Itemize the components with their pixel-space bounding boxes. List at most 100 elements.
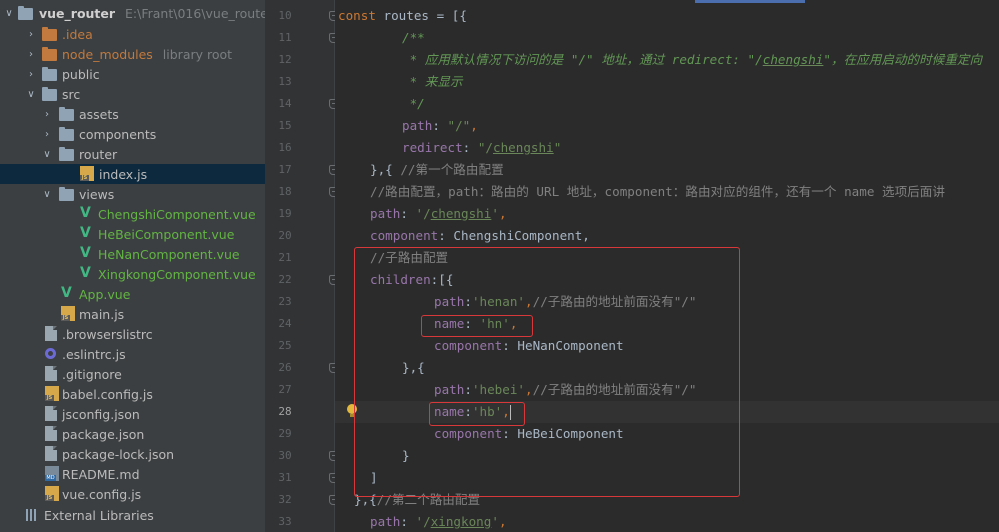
- tree-item-label: package-lock.json: [62, 446, 175, 462]
- tree-item-label: package.json: [62, 426, 145, 442]
- folder-icon: [18, 6, 33, 20]
- tree-item-label: External Libraries: [44, 507, 154, 523]
- tree-item-hebei-component[interactable]: V HeBeiComponent.vue: [0, 224, 265, 244]
- folder-icon: [59, 107, 74, 121]
- text-caret: [509, 405, 511, 420]
- tree-item-gitignore[interactable]: .gitignore: [0, 364, 265, 384]
- project-path: E:\Frant\016\vue_router: [125, 5, 265, 21]
- code-line-25: component: HeNanComponent: [434, 338, 624, 353]
- markdown-file-icon: [45, 466, 59, 481]
- tree-item-henan-component[interactable]: V HeNanComponent.vue: [0, 244, 265, 264]
- chevron-down-icon[interactable]: ∨: [42, 149, 52, 160]
- tree-item-label: assets: [79, 106, 119, 122]
- line-number: 12: [278, 53, 292, 66]
- line-number-current: 28: [278, 405, 292, 418]
- code-editor[interactable]: const routes = [{ /** * 应用默认情况下访问的是 "/" …: [335, 0, 999, 532]
- project-name: vue_router: [39, 5, 116, 21]
- tree-item-app-vue[interactable]: V App.vue: [0, 284, 265, 304]
- chevron-right-icon[interactable]: ›: [42, 109, 52, 120]
- tree-item-label: ChengshiComponent.vue: [98, 206, 256, 222]
- tree-item-label: XingkongComponent.vue: [98, 266, 256, 282]
- tree-item-label: views: [79, 186, 115, 202]
- vue-file-icon: V: [80, 205, 91, 221]
- line-number: 29: [278, 427, 292, 440]
- tree-item-label: babel.config.js: [62, 386, 153, 402]
- line-number: 24: [278, 317, 292, 330]
- code-line-19: path: '/chengshi',: [370, 206, 507, 221]
- tree-item-chengshi-component[interactable]: V ChengshiComponent.vue: [0, 204, 265, 224]
- chevron-right-icon[interactable]: ›: [42, 129, 52, 140]
- line-number: 33: [278, 515, 292, 528]
- chevron-down-icon[interactable]: ∨: [26, 89, 36, 100]
- tree-item-src[interactable]: ∨ src: [0, 84, 265, 104]
- tree-item-label: HeNanComponent.vue: [98, 246, 240, 262]
- code-line-22: children:[{: [370, 272, 454, 287]
- tree-item-readme[interactable]: README.md: [0, 464, 265, 484]
- code-line-18: //路由配置，path：路由的 URL 地址，component：路由对应的组件…: [370, 184, 945, 199]
- tree-item-label: vue.config.js: [62, 486, 142, 502]
- tree-item-vue-config[interactable]: vue.config.js: [0, 484, 265, 504]
- tree-root-vue-router[interactable]: ∨ vue_router E:\Frant\016\vue_router: [0, 3, 265, 23]
- folder-icon: [42, 87, 57, 101]
- tree-item-label: main.js: [79, 306, 125, 322]
- tree-item-label: App.vue: [79, 286, 131, 302]
- folder-icon: [59, 127, 74, 141]
- line-number: 10: [278, 9, 292, 22]
- tree-item-label: public: [62, 66, 100, 82]
- line-number: 31: [278, 471, 292, 484]
- folder-icon: [59, 147, 74, 161]
- json-file-icon: [45, 426, 57, 441]
- chevron-right-icon[interactable]: ›: [26, 49, 36, 60]
- tree-item-label: jsconfig.json: [62, 406, 140, 422]
- tree-item-label: .browserslistrc: [62, 326, 153, 342]
- tree-item-label: components: [79, 126, 157, 142]
- line-number: 26: [278, 361, 292, 374]
- tree-item-index-js[interactable]: index.js: [0, 164, 265, 184]
- tree-item-babel-config[interactable]: babel.config.js: [0, 384, 265, 404]
- tree-item-label: index.js: [99, 166, 148, 182]
- tree-item-eslintrc[interactable]: .eslintrc.js: [0, 344, 265, 364]
- scroll-indicator: [695, 0, 805, 3]
- tree-item-node-modules[interactable]: › node_modules library root: [0, 44, 265, 64]
- line-number: 27: [278, 383, 292, 396]
- tree-item-browserslistrc[interactable]: .browserslistrc: [0, 324, 265, 344]
- tree-item-label: router: [79, 146, 118, 162]
- chevron-down-icon[interactable]: ∨: [4, 8, 14, 19]
- tree-item-xingkong-component[interactable]: V XingkongComponent.vue: [0, 264, 265, 284]
- tree-item-jsconfig[interactable]: jsconfig.json: [0, 404, 265, 424]
- tree-item-package-json[interactable]: package.json: [0, 424, 265, 444]
- tree-item-package-lock[interactable]: package-lock.json: [0, 444, 265, 464]
- vue-file-icon: V: [80, 265, 91, 281]
- code-line-28: name:'hb',: [335, 401, 999, 423]
- lightbulb-icon[interactable]: [347, 404, 357, 418]
- line-number: 16: [278, 141, 292, 154]
- line-number: 13: [278, 75, 292, 88]
- code-line-31: ]: [370, 470, 378, 485]
- chevron-right-icon[interactable]: ›: [26, 69, 36, 80]
- code-line-16: redirect: "/chengshi": [402, 140, 562, 155]
- code-line-32: },{//第二个路由配置: [354, 492, 481, 507]
- tree-item-label: .gitignore: [62, 366, 122, 382]
- json-file-icon: [45, 406, 57, 421]
- line-number: 17: [278, 163, 292, 176]
- tree-item-views[interactable]: ∨ views: [0, 184, 265, 204]
- tree-item-main-js[interactable]: main.js: [0, 304, 265, 324]
- line-number: 14: [278, 97, 292, 110]
- code-line-10: const routes = [{: [338, 8, 467, 23]
- tree-item-public[interactable]: › public: [0, 64, 265, 84]
- chevron-right-icon[interactable]: ›: [26, 29, 36, 40]
- tree-item-router[interactable]: ∨ router: [0, 144, 265, 164]
- line-number: 20: [278, 229, 292, 242]
- code-line-14: */: [402, 96, 425, 111]
- tree-item-label: node_modules: [62, 46, 153, 62]
- code-line-23: path:'henan',//子路由的地址前面没有"/": [434, 294, 697, 309]
- tree-item-assets[interactable]: › assets: [0, 104, 265, 124]
- chevron-down-icon[interactable]: ∨: [42, 189, 52, 200]
- code-line-20: component: ChengshiComponent,: [370, 228, 590, 243]
- tree-item-components[interactable]: › components: [0, 124, 265, 144]
- tree-item-idea[interactable]: › .idea: [0, 24, 265, 44]
- tree-item-external-libraries[interactable]: External Libraries: [0, 505, 265, 525]
- json-file-icon: [45, 446, 57, 461]
- line-number: 21: [278, 251, 292, 264]
- line-number: 22: [278, 273, 292, 286]
